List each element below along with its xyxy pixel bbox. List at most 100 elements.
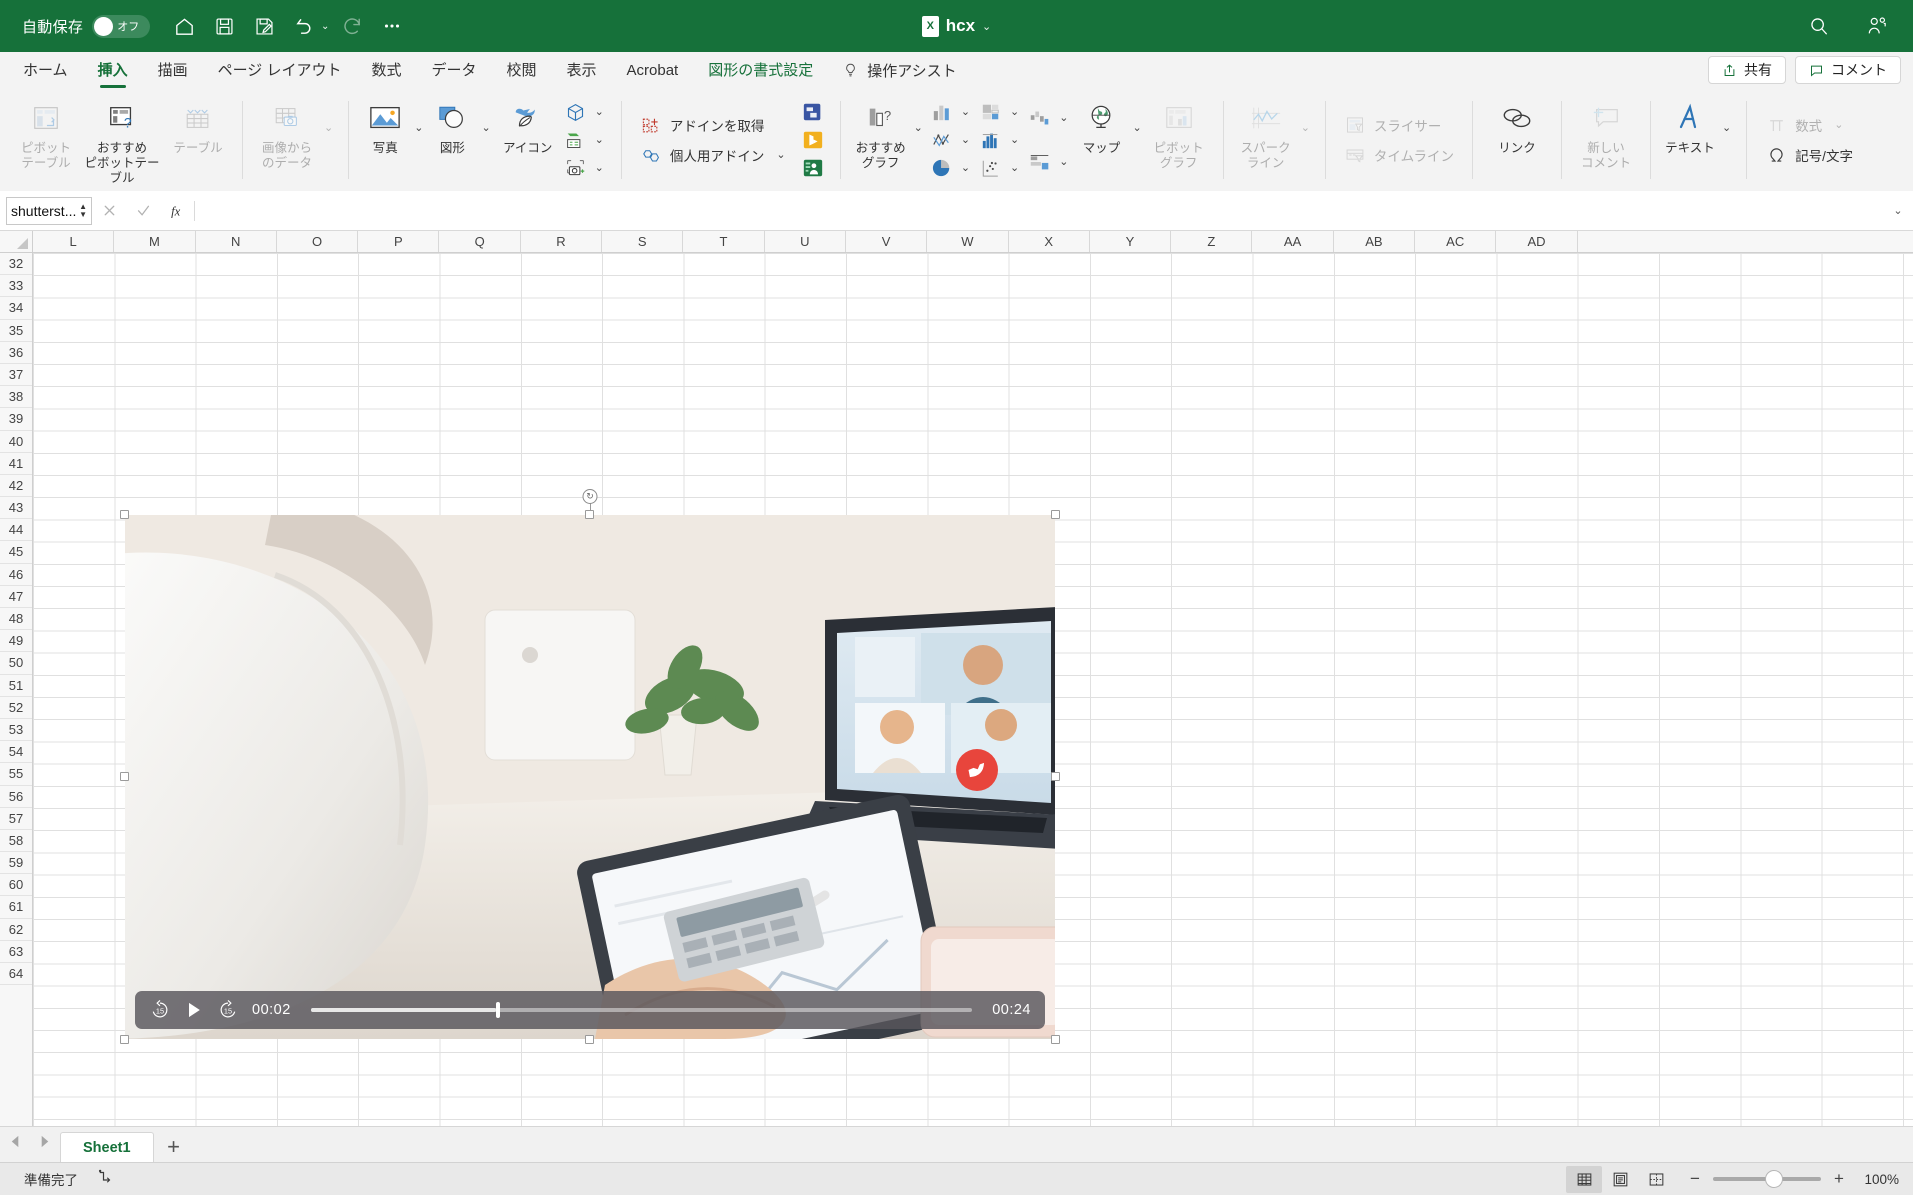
column-header-N[interactable]: N bbox=[195, 231, 277, 252]
name-box[interactable]: shutterst... ▲ ▼ bbox=[6, 196, 92, 225]
comments-button[interactable]: コメント bbox=[1795, 56, 1901, 84]
sheet-tab-sheet1[interactable]: Sheet1 bbox=[60, 1132, 154, 1162]
sparklines-dropdown-icon[interactable]: ⌄ bbox=[1297, 123, 1314, 134]
document-title-dropdown-icon[interactable]: ⌄ bbox=[982, 20, 991, 33]
row-header-42[interactable]: 42 bbox=[0, 475, 32, 498]
column-header-S[interactable]: S bbox=[602, 231, 684, 252]
row-header-37[interactable]: 37 bbox=[0, 364, 32, 387]
column-header-X[interactable]: X bbox=[1008, 231, 1090, 252]
name-box-spinner[interactable]: ▲ ▼ bbox=[77, 203, 87, 219]
pivot-chart-button[interactable]: ピボット グラフ bbox=[1146, 89, 1212, 191]
tab-shape-format[interactable]: 図形の書式設定 bbox=[693, 52, 828, 89]
video-progress-knob[interactable] bbox=[496, 1002, 501, 1018]
row-header-60[interactable]: 60 bbox=[0, 874, 32, 897]
visio-data-visualizer-icon[interactable] bbox=[800, 100, 826, 124]
icons-button[interactable]: アイコン bbox=[495, 89, 561, 191]
expand-formula-bar-icon[interactable]: ⌄ bbox=[1883, 204, 1913, 217]
smartart-icon[interactable] bbox=[563, 128, 589, 152]
column-header-R[interactable]: R bbox=[520, 231, 603, 252]
row-header-43[interactable]: 43 bbox=[0, 497, 32, 520]
row-header-54[interactable]: 54 bbox=[0, 741, 32, 764]
formula-input[interactable] bbox=[195, 196, 1883, 226]
row-header-36[interactable]: 36 bbox=[0, 342, 32, 364]
smartart-dropdown-icon[interactable]: ⌄ bbox=[591, 134, 608, 146]
column-header-M[interactable]: M bbox=[114, 231, 196, 252]
resize-handle-bottom-right[interactable] bbox=[1051, 1035, 1060, 1044]
row-header-47[interactable]: 47 bbox=[0, 586, 32, 608]
column-chart-icon[interactable] bbox=[929, 100, 955, 124]
column-header-AB[interactable]: AB bbox=[1333, 231, 1416, 252]
slicer-button[interactable]: スライサー bbox=[1337, 112, 1461, 139]
waterfall-chart-dropdown-icon[interactable]: ⌄ bbox=[1055, 112, 1072, 124]
tab-acrobat[interactable]: Acrobat bbox=[612, 52, 694, 89]
row-header-46[interactable]: 46 bbox=[0, 564, 32, 586]
my-addins-button[interactable]: 個人用アドイン ⌄ bbox=[633, 142, 797, 169]
cancel-icon[interactable] bbox=[92, 196, 126, 226]
statistic-chart-icon[interactable] bbox=[978, 128, 1004, 152]
line-chart-dropdown-icon[interactable]: ⌄ bbox=[957, 134, 974, 146]
maps-dropdown-icon[interactable]: ⌄ bbox=[1128, 123, 1145, 134]
resize-handle-middle-right[interactable] bbox=[1051, 772, 1060, 781]
equation-button[interactable]: 数式 ⌄ bbox=[1758, 112, 1860, 139]
combo-chart-icon[interactable] bbox=[1027, 150, 1053, 174]
row-header-35[interactable]: 35 bbox=[0, 320, 32, 342]
play-icon[interactable] bbox=[184, 1000, 204, 1020]
row-header-64[interactable]: 64 bbox=[0, 963, 32, 986]
data-from-picture-dropdown-icon[interactable]: ⌄ bbox=[320, 123, 337, 134]
new-comment-button[interactable]: 新しい コメント bbox=[1573, 89, 1639, 191]
text-box-dropdown-icon[interactable]: ⌄ bbox=[1718, 123, 1735, 134]
data-from-picture-button[interactable]: 画像から のデータ ⌄ bbox=[254, 89, 337, 191]
row-header-56[interactable]: 56 bbox=[0, 786, 32, 808]
add-sheet-button[interactable]: + bbox=[154, 1132, 194, 1162]
tab-home[interactable]: ホーム bbox=[8, 52, 83, 89]
resize-handle-bottom-left[interactable] bbox=[120, 1035, 129, 1044]
pictures-button[interactable]: 写真 ⌄ bbox=[360, 89, 427, 191]
symbol-button[interactable]: 記号/文字 bbox=[1758, 142, 1860, 169]
maps-button[interactable]: マップ ⌄ bbox=[1074, 89, 1145, 191]
zoom-slider-knob[interactable] bbox=[1764, 1170, 1783, 1188]
column-header-AD[interactable]: AD bbox=[1496, 231, 1578, 252]
table-button[interactable]: テーブル bbox=[165, 89, 231, 191]
redo-icon[interactable] bbox=[332, 6, 372, 46]
column-header-V[interactable]: V bbox=[845, 231, 928, 252]
resize-handle-bottom-center[interactable] bbox=[585, 1035, 594, 1044]
home-icon[interactable] bbox=[164, 6, 204, 46]
enter-icon[interactable] bbox=[126, 196, 160, 226]
row-header-51[interactable]: 51 bbox=[0, 675, 32, 697]
tab-page-layout[interactable]: ページ レイアウト bbox=[203, 52, 357, 89]
row-header-44[interactable]: 44 bbox=[0, 519, 32, 542]
combo-chart-dropdown-icon[interactable]: ⌄ bbox=[1055, 156, 1072, 168]
scatter-chart-icon[interactable] bbox=[978, 156, 1004, 180]
column-header-Y[interactable]: Y bbox=[1089, 231, 1172, 252]
video-progress-bar[interactable] bbox=[311, 1002, 972, 1018]
resize-handle-top-center[interactable] bbox=[585, 510, 594, 519]
select-all-corner[interactable] bbox=[0, 231, 33, 252]
column-header-Z[interactable]: Z bbox=[1171, 231, 1253, 252]
row-header-32[interactable]: 32 bbox=[0, 253, 32, 276]
share-button[interactable]: 共有 bbox=[1708, 56, 1786, 84]
row-header-45[interactable]: 45 bbox=[0, 541, 32, 564]
column-header-O[interactable]: O bbox=[276, 231, 359, 252]
timeline-button[interactable]: タイムライン bbox=[1337, 142, 1461, 169]
row-header-40[interactable]: 40 bbox=[0, 431, 32, 453]
my-addins-dropdown-icon[interactable]: ⌄ bbox=[772, 149, 789, 161]
row-header-52[interactable]: 52 bbox=[0, 697, 32, 719]
zoom-out-button[interactable]: − bbox=[1688, 1169, 1702, 1189]
normal-view-button[interactable] bbox=[1566, 1165, 1602, 1193]
tab-formulas[interactable]: 数式 bbox=[356, 52, 416, 89]
column-header-AA[interactable]: AA bbox=[1252, 231, 1334, 252]
column-header-Q[interactable]: Q bbox=[439, 231, 521, 252]
line-chart-icon[interactable] bbox=[929, 128, 955, 152]
forward-15-icon[interactable]: 15 bbox=[217, 999, 239, 1021]
tab-data[interactable]: データ bbox=[416, 52, 491, 89]
prev-sheet-icon[interactable] bbox=[8, 1134, 23, 1154]
get-addins-button[interactable]: アドインを取得 bbox=[633, 112, 797, 139]
rewind-15-icon[interactable]: 15 bbox=[149, 999, 171, 1021]
shapes-dropdown-icon[interactable]: ⌄ bbox=[477, 123, 494, 134]
video-object[interactable]: ↻ 15 15 00:02 00:24 bbox=[120, 489, 1060, 1044]
row-header-55[interactable]: 55 bbox=[0, 763, 32, 786]
text-box-button[interactable]: テキスト ⌄ bbox=[1662, 89, 1735, 191]
row-header-53[interactable]: 53 bbox=[0, 719, 32, 742]
bing-maps-icon[interactable] bbox=[800, 128, 826, 152]
row-header-39[interactable]: 39 bbox=[0, 408, 32, 431]
